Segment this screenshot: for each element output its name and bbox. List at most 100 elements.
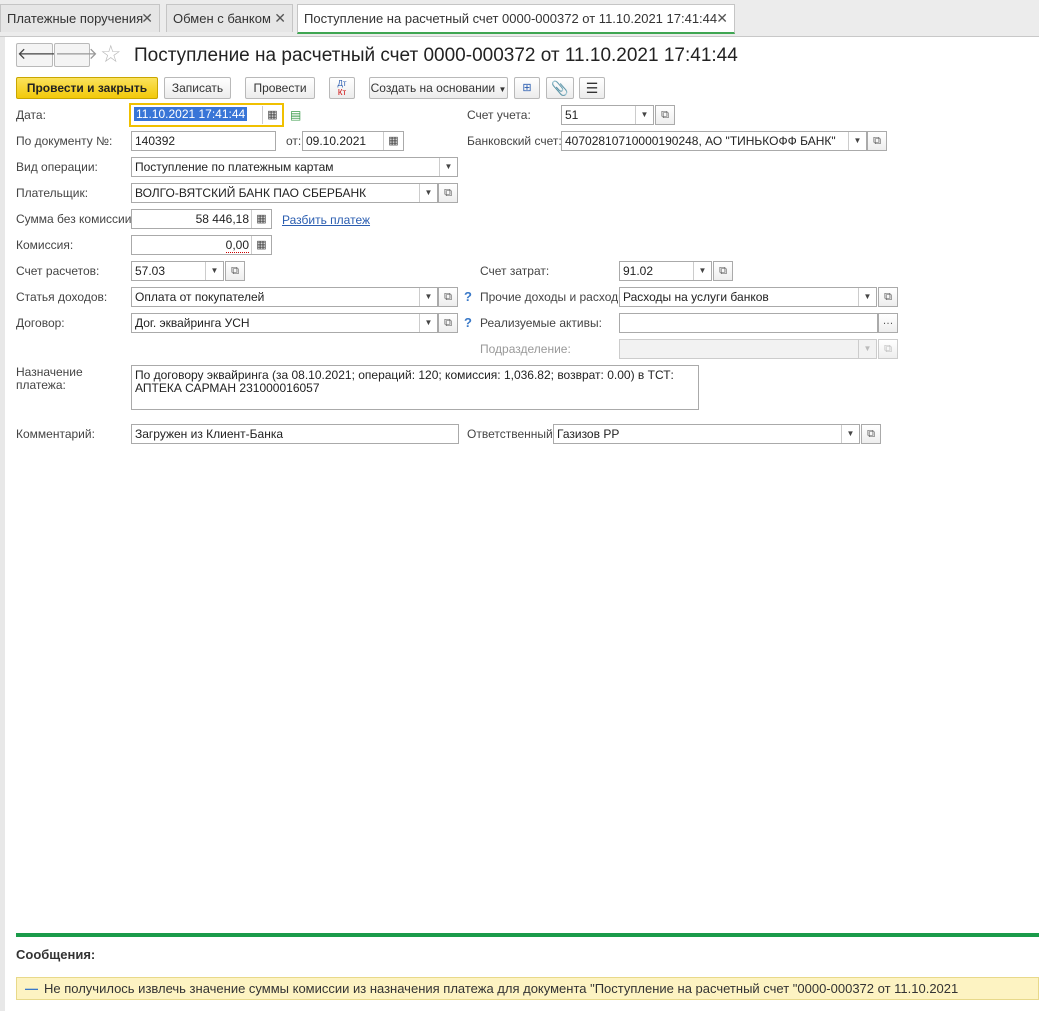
settlement-account-label: Счет расчетов:	[16, 264, 100, 278]
forward-button[interactable]: 🡒	[54, 43, 98, 67]
message-marker-icon: —	[25, 981, 38, 996]
income-item-label: Статья доходов:	[16, 290, 108, 304]
date-value: 11.10.2021 17:41:44	[134, 107, 248, 121]
post-button[interactable]: Провести	[245, 77, 315, 99]
chevron-down-icon[interactable]: ▼	[848, 132, 866, 150]
create-based-on-button[interactable]: Создать на основании ▼	[369, 77, 508, 99]
tab-label: Поступление на расчетный счет 0000-00037…	[304, 11, 718, 26]
payer-label: Плательщик:	[16, 186, 89, 200]
sum-label: Сумма без комиссии:	[16, 212, 135, 226]
calendar-icon[interactable]: ▦	[262, 106, 282, 124]
commission-field[interactable]: 0,00 ▦	[131, 235, 272, 255]
cost-account-field[interactable]: 91.02 ▼	[619, 261, 712, 281]
help-icon[interactable]: ?	[464, 289, 472, 304]
bank-account-label: Банковский счет:	[467, 134, 562, 148]
tab-bar: Платежные поручения ✕ Обмен с банком ✕ П…	[0, 0, 1039, 37]
tab-label: Платежные поручения	[7, 11, 144, 26]
division-label: Подразделение:	[480, 342, 571, 356]
help-icon[interactable]: ?	[464, 315, 472, 330]
close-icon[interactable]: ✕	[274, 10, 286, 27]
chevron-down-icon[interactable]: ▼	[205, 262, 223, 280]
responsible-field[interactable]: Газизов РР ▼	[553, 424, 860, 444]
tab-label: Обмен с банком	[173, 11, 271, 26]
open-icon[interactable]: ⧉	[867, 131, 887, 151]
open-icon[interactable]: ⧉	[861, 424, 881, 444]
settlement-account-field[interactable]: 57.03 ▼	[131, 261, 224, 281]
attachment-icon[interactable]: 📎	[546, 77, 574, 99]
calculator-icon[interactable]: ▦	[251, 210, 271, 228]
dt-kt-icon: Дт Кт	[337, 79, 347, 97]
date-label: Дата:	[16, 108, 46, 122]
save-button[interactable]: Записать	[164, 77, 231, 99]
comment-field[interactable]: Загружен из Клиент-Банка	[131, 424, 459, 444]
dt-kt-button[interactable]: Дт Кт	[329, 77, 355, 99]
other-income-label: Прочие доходы и расходы:	[480, 290, 631, 304]
ellipsis-button[interactable]: …	[878, 313, 898, 333]
calculator-icon[interactable]: ▦	[251, 236, 271, 254]
realizable-assets-label: Реализуемые активы:	[480, 316, 602, 330]
post-and-close-button[interactable]: Провести и закрыть	[16, 77, 158, 99]
date-field[interactable]: 11.10.2021 17:41:44 ▦	[129, 103, 284, 127]
doc-number-label: По документу №:	[16, 134, 113, 148]
chevron-down-icon[interactable]: ▼	[419, 314, 437, 332]
comment-label: Комментарий:	[16, 427, 95, 441]
back-button[interactable]: 🡐	[16, 43, 60, 67]
sum-field[interactable]: 58 446,18 ▦	[131, 209, 272, 229]
open-icon[interactable]: ⧉	[713, 261, 733, 281]
chevron-down-icon[interactable]: ▼	[693, 262, 711, 280]
open-icon[interactable]: ⧉	[655, 105, 675, 125]
split-payment-link[interactable]: Разбить платеж	[282, 213, 370, 227]
realizable-assets-field[interactable]	[619, 313, 878, 333]
message-item[interactable]: — Не получилось извлечь значение суммы ко…	[16, 977, 1039, 1000]
contract-field[interactable]: Дог. эквайринга УСН ▼	[131, 313, 438, 333]
from-label: от:	[286, 134, 302, 148]
message-text: Не получилось извлечь значение суммы ком…	[44, 981, 959, 996]
calendar-icon[interactable]: ▦	[383, 132, 403, 150]
other-income-field[interactable]: Расходы на услуги банков ▼	[619, 287, 877, 307]
star-icon[interactable]: ☆	[100, 40, 122, 69]
tab-bank-exchange[interactable]: Обмен с банком ✕	[166, 4, 293, 32]
responsible-label: Ответственный:	[467, 427, 557, 441]
arrow-right-icon: 🡒	[55, 46, 98, 63]
chevron-down-icon: ▼	[498, 85, 507, 94]
payment-purpose-label: Назначение платежа:	[16, 365, 83, 392]
account-field[interactable]: 51 ▼	[561, 105, 654, 125]
commission-label: Комиссия:	[16, 238, 74, 252]
contract-label: Договор:	[16, 316, 65, 330]
open-icon[interactable]: ⧉	[438, 287, 458, 307]
bank-account-field[interactable]: 40702810710000190248, АО "ТИНЬКОФФ БАНК"…	[561, 131, 867, 151]
operation-type-label: Вид операции:	[16, 160, 98, 174]
chevron-down-icon[interactable]: ▼	[419, 288, 437, 306]
structure-icon[interactable]: ⊞	[514, 77, 540, 99]
open-icon: ⧉	[878, 339, 898, 359]
page-title: Поступление на расчетный счет 0000-00037…	[134, 45, 738, 66]
payment-purpose-field[interactable]: По договору эквайринга (за 08.10.2021; о…	[131, 365, 699, 410]
tab-receipt-document[interactable]: Поступление на расчетный счет 0000-00037…	[297, 4, 735, 34]
chevron-down-icon[interactable]: ▼	[439, 158, 457, 176]
document-check-icon[interactable]: ▤	[290, 108, 301, 122]
messages-divider	[16, 933, 1039, 937]
open-icon[interactable]: ⧉	[438, 183, 458, 203]
chevron-down-icon: ▼	[858, 340, 876, 358]
left-panel-strip	[0, 37, 5, 1011]
account-label: Счет учета:	[467, 108, 531, 122]
chevron-down-icon[interactable]: ▼	[858, 288, 876, 306]
open-icon[interactable]: ⧉	[225, 261, 245, 281]
income-item-field[interactable]: Оплата от покупателей ▼	[131, 287, 438, 307]
payer-field[interactable]: ВОЛГО-ВЯТСКИЙ БАНК ПАО СБЕРБАНК ▼	[131, 183, 438, 203]
messages-title: Сообщения:	[16, 947, 96, 962]
cost-account-label: Счет затрат:	[480, 264, 550, 278]
chevron-down-icon[interactable]: ▼	[841, 425, 859, 443]
chevron-down-icon[interactable]: ▼	[635, 106, 653, 124]
division-field: ▼	[619, 339, 877, 359]
open-icon[interactable]: ⧉	[878, 287, 898, 307]
operation-type-field[interactable]: Поступление по платежным картам ▼	[131, 157, 458, 177]
open-icon[interactable]: ⧉	[438, 313, 458, 333]
from-date-field[interactable]: 09.10.2021 ▦	[302, 131, 404, 151]
list-icon[interactable]: ☰	[579, 77, 605, 99]
close-icon[interactable]: ✕	[716, 10, 728, 27]
tab-payment-orders[interactable]: Платежные поручения ✕	[0, 4, 160, 32]
doc-number-field[interactable]: 140392	[131, 131, 276, 151]
close-icon[interactable]: ✕	[141, 10, 153, 27]
chevron-down-icon[interactable]: ▼	[419, 184, 437, 202]
